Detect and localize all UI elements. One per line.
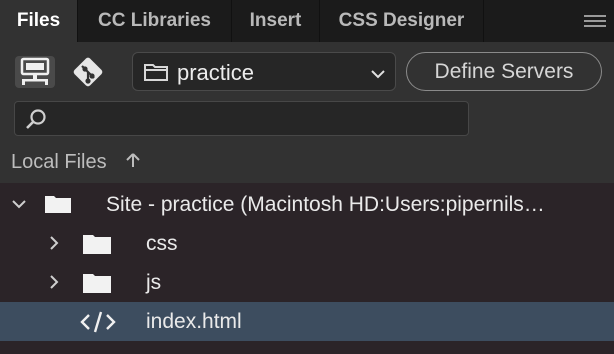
- sort-ascending-icon[interactable]: [126, 152, 140, 173]
- chevron-right-icon[interactable]: [48, 236, 60, 255]
- site-dropdown[interactable]: practice: [132, 52, 396, 91]
- panel-menu-icon[interactable]: [584, 15, 606, 29]
- tree-item-label: js: [146, 271, 162, 294]
- tree-row-index-html[interactable]: index.html: [0, 302, 614, 341]
- search-input[interactable]: [55, 102, 455, 135]
- tab-files[interactable]: Files: [0, 0, 78, 42]
- file-search-field[interactable]: [14, 101, 469, 136]
- server-view-icon[interactable]: [14, 55, 56, 94]
- code-file-icon: [80, 310, 116, 339]
- folder-icon: [82, 272, 112, 299]
- git-icon[interactable]: [70, 54, 106, 95]
- tree-row-js[interactable]: js: [0, 263, 614, 302]
- file-tree: Site - practice (Macintosh HD:Users:pipe…: [0, 183, 614, 354]
- tab-cc-libraries[interactable]: CC Libraries: [78, 0, 232, 42]
- folder-icon: [44, 194, 72, 219]
- chevron-right-icon[interactable]: [48, 275, 60, 294]
- tree-item-label: index.html: [146, 310, 242, 333]
- tree-row-site[interactable]: Site - practice (Macintosh HD:Users:pipe…: [0, 185, 614, 224]
- chevron-down-icon: [371, 66, 385, 84]
- folder-icon: [143, 61, 169, 88]
- folder-icon: [82, 233, 112, 260]
- tab-insert[interactable]: Insert: [232, 0, 320, 42]
- tab-css-designer[interactable]: CSS Designer: [320, 0, 484, 42]
- panel-tab-bar: Files CC Libraries Insert CSS Designer: [0, 0, 614, 42]
- define-servers-button[interactable]: Define Servers: [406, 52, 602, 91]
- tree-item-label: Site - practice (Macintosh HD:Users:pipe…: [106, 193, 545, 216]
- local-files-header[interactable]: Local Files: [11, 151, 107, 174]
- site-dropdown-value: practice: [177, 60, 255, 85]
- tree-row-css[interactable]: css: [0, 224, 614, 263]
- search-icon: [26, 109, 46, 129]
- tree-item-label: css: [146, 232, 178, 255]
- chevron-down-icon[interactable]: [12, 197, 26, 215]
